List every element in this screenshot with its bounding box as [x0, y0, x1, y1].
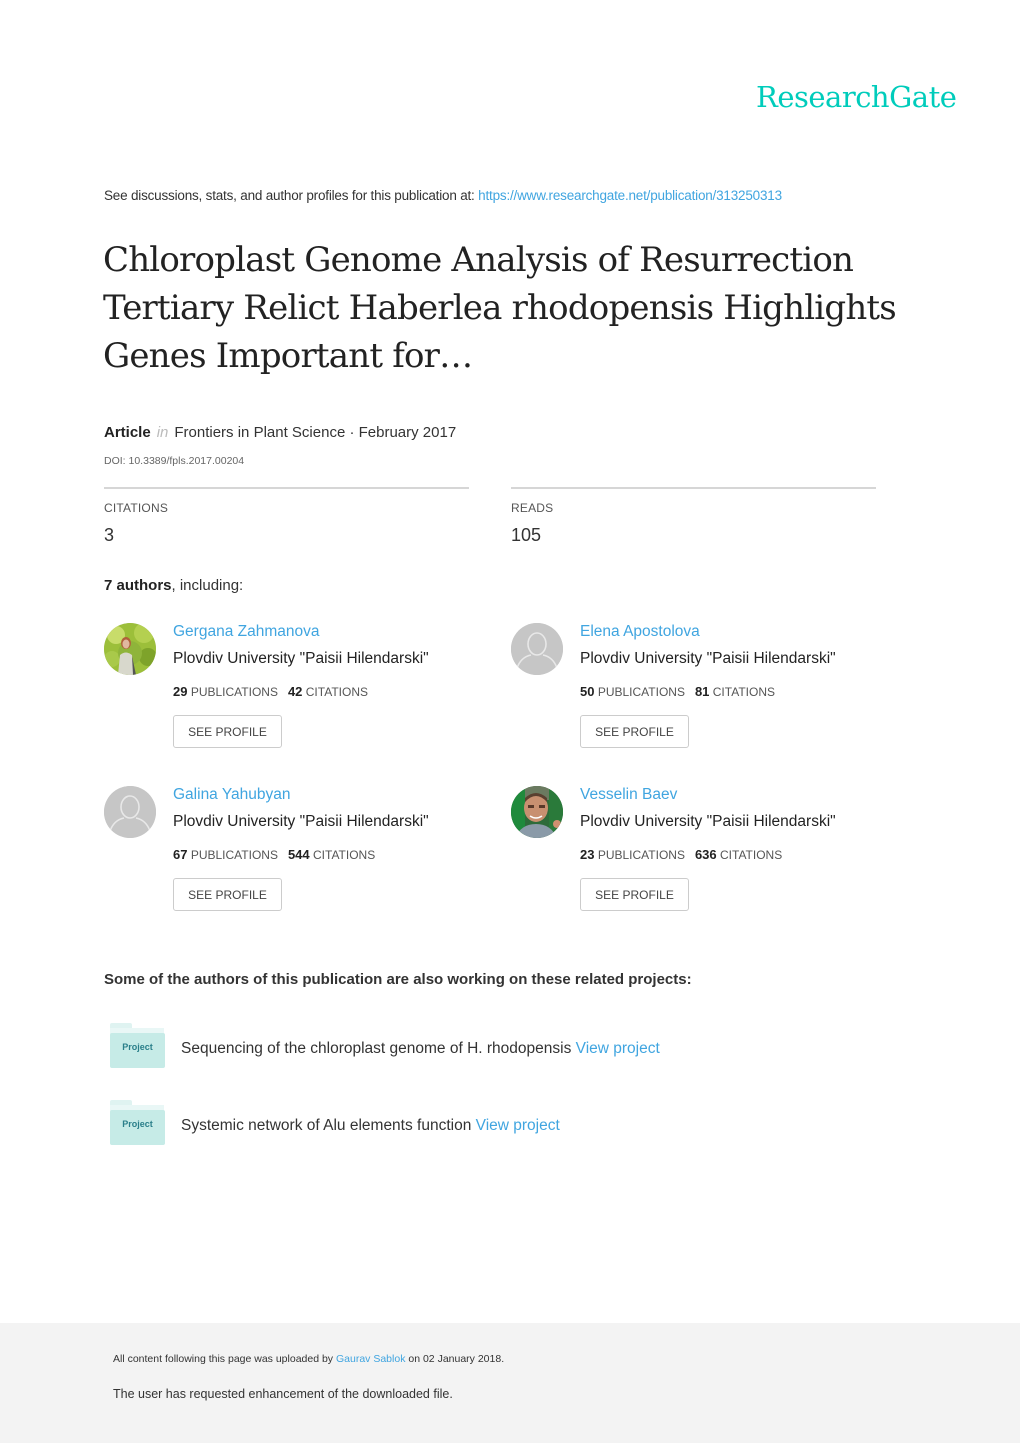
author-photo-avatar[interactable]: [511, 786, 563, 838]
author-stats: 67 PUBLICATIONS 544 CITATIONS: [173, 847, 375, 862]
related-projects-heading: Some of the authors of this publication …: [104, 971, 692, 988]
citations-label: CITATIONS: [313, 848, 376, 862]
publications-label: PUBLICATIONS: [597, 685, 685, 699]
see-profile-button[interactable]: SEE PROFILE: [580, 715, 689, 748]
authors-count: 7 authors: [104, 577, 172, 594]
view-project-link[interactable]: View project: [476, 1117, 560, 1134]
publication-type: Article: [104, 424, 151, 441]
publications-label: PUBLICATIONS: [597, 848, 685, 862]
publication-meta: Article in Frontiers in Plant Science · Fe…: [104, 424, 456, 441]
uploaded-suffix: on 02 January 2018.: [405, 1353, 505, 1365]
journal-date: Frontiers in Plant Science · February 20…: [174, 424, 457, 441]
author-card: Elena Apostolova Plovdiv University "Pai…: [511, 623, 911, 753]
project-item: Project Systemic network of Alu elements…: [108, 1100, 808, 1150]
citations-count: 544: [287, 847, 310, 862]
project-title: Sequencing of the chloroplast genome of …: [181, 1040, 572, 1057]
citations-label: CITATIONS: [712, 685, 775, 699]
project-folder-icon: Project: [108, 1023, 165, 1068]
author-stats: 50 PUBLICATIONS 81 CITATIONS: [580, 684, 775, 699]
citations-value: 3: [104, 525, 115, 545]
author-institution: Plovdiv University "Paisii Hilendarski": [580, 650, 836, 667]
see-discussions-text: See discussions, stats, and author profi…: [104, 188, 479, 203]
author-institution: Plovdiv University "Paisii Hilendarski": [580, 813, 836, 830]
author-card: Galina Yahubyan Plovdiv University "Pais…: [104, 786, 504, 916]
project-item: Project Sequencing of the chloroplast ge…: [108, 1023, 808, 1073]
publications-label: PUBLICATIONS: [190, 848, 278, 862]
reads-label: READS: [511, 501, 554, 515]
see-profile-button[interactable]: SEE PROFILE: [173, 715, 282, 748]
publications-count: 23: [580, 847, 595, 862]
citations-label: CITATIONS: [305, 685, 368, 699]
uploaded-prefix: All content following this page was uplo…: [113, 1353, 336, 1365]
author-photo-avatar[interactable]: [104, 623, 156, 675]
uploaded-by-line: All content following this page was uplo…: [113, 1353, 504, 1365]
publications-count: 67: [173, 847, 188, 862]
reads-value: 105: [511, 525, 542, 545]
author-stats: 23 PUBLICATIONS 636 CITATIONS: [580, 847, 782, 862]
see-discussions-line: See discussions, stats, and author profi…: [104, 188, 782, 203]
enhancement-note: The user has requested enhancement of th…: [113, 1387, 453, 1401]
project-icon-label: Project: [122, 1119, 153, 1129]
see-profile-button[interactable]: SEE PROFILE: [173, 878, 282, 911]
uploader-link[interactable]: Gaurav Sablok: [336, 1353, 405, 1365]
project-text: Sequencing of the chloroplast genome of …: [181, 1040, 660, 1058]
publications-label: PUBLICATIONS: [190, 685, 278, 699]
publication-title: Chloroplast Genome Analysis of Resurrect…: [103, 240, 897, 376]
publications-count: 50: [580, 684, 595, 699]
reads-divider: [511, 487, 876, 489]
authors-suffix: , including:: [171, 577, 244, 594]
author-name-link[interactable]: Galina Yahubyan: [173, 786, 291, 804]
author-name-link[interactable]: Vesselin Baev: [580, 786, 677, 804]
publications-count: 29: [173, 684, 188, 699]
citations-count: 42: [287, 684, 303, 699]
project-icon-label: Project: [122, 1042, 153, 1052]
author-stats: 29 PUBLICATIONS 42 CITATIONS: [173, 684, 368, 699]
doi: DOI: 10.3389/fpls.2017.00204: [104, 455, 245, 467]
project-text: Systemic network of Alu elements functio…: [181, 1117, 560, 1135]
researchgate-logo[interactable]: ResearchGate: [756, 80, 957, 114]
publication-url-link[interactable]: https://www.researchgate.net/publication…: [478, 188, 782, 203]
author-institution: Plovdiv University "Paisii Hilendarski": [173, 813, 429, 830]
citations-count: 81: [694, 684, 710, 699]
in-label: in: [156, 424, 169, 441]
project-title: Systemic network of Alu elements functio…: [181, 1117, 472, 1134]
author-institution: Plovdiv University "Paisii Hilendarski": [173, 650, 429, 667]
author-card: Gergana Zahmanova Plovdiv University "Pa…: [104, 623, 504, 753]
citations-label: CITATIONS: [104, 501, 169, 515]
default-avatar-icon[interactable]: [104, 786, 156, 838]
project-folder-icon: Project: [108, 1100, 165, 1145]
author-card: Vesselin Baev Plovdiv University "Paisii…: [511, 786, 911, 916]
citations-count: 636: [694, 847, 717, 862]
author-name-link[interactable]: Elena Apostolova: [580, 623, 700, 641]
citations-divider: [104, 487, 469, 489]
footer: All content following this page was uplo…: [0, 1323, 1020, 1443]
default-avatar-icon[interactable]: [511, 623, 563, 675]
authors-heading: 7 authors, including:: [104, 577, 243, 594]
citations-label: CITATIONS: [720, 848, 783, 862]
view-project-link[interactable]: View project: [576, 1040, 660, 1057]
author-name-link[interactable]: Gergana Zahmanova: [173, 623, 319, 641]
see-profile-button[interactable]: SEE PROFILE: [580, 878, 689, 911]
